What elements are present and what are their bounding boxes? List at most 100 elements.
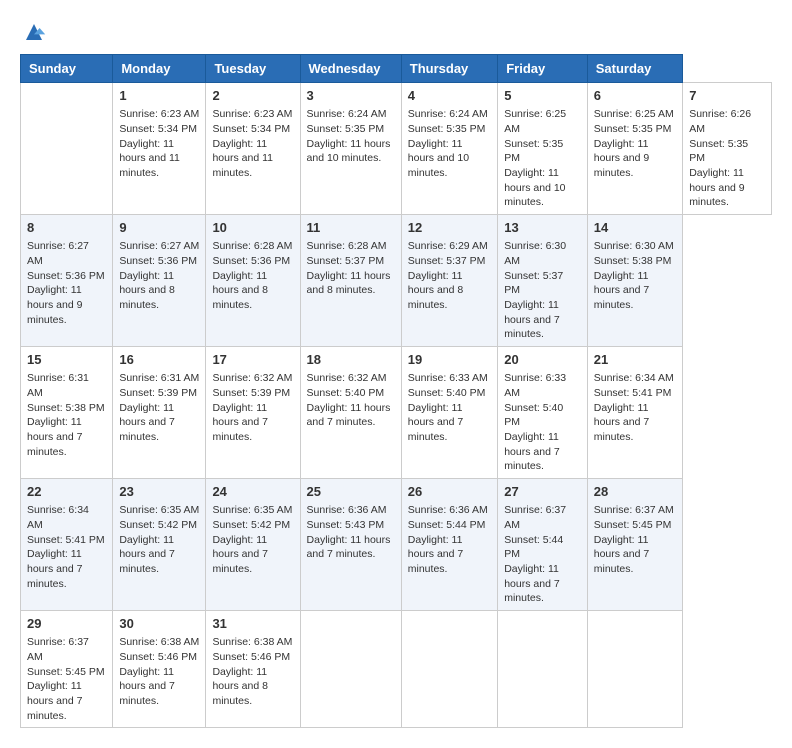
sunrise-text: Sunrise: 6:30 AM — [594, 240, 674, 252]
daylight-text: Daylight: 11 hours and 10 minutes. — [504, 167, 565, 208]
calendar-cell: 30 Sunrise: 6:38 AM Sunset: 5:46 PM Dayl… — [113, 611, 206, 728]
daylight-text: Daylight: 11 hours and 7 minutes. — [307, 402, 391, 429]
day-number: 11 — [307, 219, 395, 237]
calendar-cell: 23 Sunrise: 6:35 AM Sunset: 5:42 PM Dayl… — [113, 479, 206, 611]
sunrise-text: Sunrise: 6:32 AM — [307, 372, 387, 384]
sunrise-text: Sunrise: 6:31 AM — [119, 372, 199, 384]
calendar-cell: 4 Sunrise: 6:24 AM Sunset: 5:35 PM Dayli… — [401, 83, 497, 215]
sunrise-text: Sunrise: 6:38 AM — [119, 636, 199, 648]
daylight-text: Daylight: 11 hours and 7 minutes. — [594, 402, 649, 443]
day-number: 14 — [594, 219, 676, 237]
daylight-text: Daylight: 11 hours and 7 minutes. — [408, 534, 463, 575]
calendar-cell: 9 Sunrise: 6:27 AM Sunset: 5:36 PM Dayli… — [113, 215, 206, 347]
daylight-text: Daylight: 11 hours and 7 minutes. — [119, 402, 174, 443]
calendar-cell: 14 Sunrise: 6:30 AM Sunset: 5:38 PM Dayl… — [587, 215, 682, 347]
sunrise-text: Sunrise: 6:36 AM — [307, 504, 387, 516]
sunset-text: Sunset: 5:36 PM — [27, 270, 105, 282]
weekday-friday: Friday — [498, 55, 588, 83]
sunrise-text: Sunrise: 6:36 AM — [408, 504, 488, 516]
weekday-wednesday: Wednesday — [300, 55, 401, 83]
calendar-cell: 15 Sunrise: 6:31 AM Sunset: 5:38 PM Dayl… — [21, 347, 113, 479]
calendar-cell: 21 Sunrise: 6:34 AM Sunset: 5:41 PM Dayl… — [587, 347, 682, 479]
sunset-text: Sunset: 5:35 PM — [594, 123, 672, 135]
day-number: 8 — [27, 219, 106, 237]
day-number: 31 — [212, 615, 293, 633]
daylight-text: Daylight: 11 hours and 9 minutes. — [27, 284, 82, 325]
logo — [20, 20, 46, 44]
week-row-1: 8 Sunrise: 6:27 AM Sunset: 5:36 PM Dayli… — [21, 215, 772, 347]
sunset-text: Sunset: 5:44 PM — [408, 519, 486, 531]
calendar-cell: 29 Sunrise: 6:37 AM Sunset: 5:45 PM Dayl… — [21, 611, 113, 728]
daylight-text: Daylight: 11 hours and 8 minutes. — [119, 270, 174, 311]
sunset-text: Sunset: 5:42 PM — [212, 519, 290, 531]
day-number: 17 — [212, 351, 293, 369]
sunrise-text: Sunrise: 6:23 AM — [212, 108, 292, 120]
sunrise-text: Sunrise: 6:34 AM — [27, 504, 89, 531]
daylight-text: Daylight: 11 hours and 7 minutes. — [27, 680, 82, 721]
sunset-text: Sunset: 5:41 PM — [27, 534, 105, 546]
daylight-text: Daylight: 11 hours and 10 minutes. — [307, 138, 391, 165]
day-number: 25 — [307, 483, 395, 501]
calendar-cell: 13 Sunrise: 6:30 AM Sunset: 5:37 PM Dayl… — [498, 215, 588, 347]
sunset-text: Sunset: 5:46 PM — [119, 651, 197, 663]
daylight-text: Daylight: 11 hours and 8 minutes. — [212, 666, 267, 707]
day-number: 1 — [119, 87, 199, 105]
sunset-text: Sunset: 5:36 PM — [212, 255, 290, 267]
calendar-cell: 26 Sunrise: 6:36 AM Sunset: 5:44 PM Dayl… — [401, 479, 497, 611]
sunset-text: Sunset: 5:40 PM — [307, 387, 385, 399]
sunrise-text: Sunrise: 6:37 AM — [504, 504, 566, 531]
sunrise-text: Sunrise: 6:23 AM — [119, 108, 199, 120]
day-number: 20 — [504, 351, 581, 369]
day-number: 29 — [27, 615, 106, 633]
sunrise-text: Sunrise: 6:35 AM — [119, 504, 199, 516]
daylight-text: Daylight: 11 hours and 7 minutes. — [408, 402, 463, 443]
sunrise-text: Sunrise: 6:37 AM — [594, 504, 674, 516]
day-number: 12 — [408, 219, 491, 237]
calendar-body: 1 Sunrise: 6:23 AM Sunset: 5:34 PM Dayli… — [21, 83, 772, 728]
calendar-cell: 25 Sunrise: 6:36 AM Sunset: 5:43 PM Dayl… — [300, 479, 401, 611]
daylight-text: Daylight: 11 hours and 7 minutes. — [594, 270, 649, 311]
daylight-text: Daylight: 11 hours and 7 minutes. — [212, 534, 267, 575]
calendar-cell: 18 Sunrise: 6:32 AM Sunset: 5:40 PM Dayl… — [300, 347, 401, 479]
sunrise-text: Sunrise: 6:28 AM — [307, 240, 387, 252]
day-number: 2 — [212, 87, 293, 105]
sunset-text: Sunset: 5:39 PM — [212, 387, 290, 399]
sunrise-text: Sunrise: 6:34 AM — [594, 372, 674, 384]
sunrise-text: Sunrise: 6:33 AM — [504, 372, 566, 399]
calendar-cell — [300, 611, 401, 728]
day-number: 27 — [504, 483, 581, 501]
page-header — [20, 20, 772, 44]
day-number: 9 — [119, 219, 199, 237]
day-number: 21 — [594, 351, 676, 369]
day-number: 3 — [307, 87, 395, 105]
empty-cell — [21, 83, 113, 215]
sunset-text: Sunset: 5:38 PM — [594, 255, 672, 267]
day-number: 4 — [408, 87, 491, 105]
sunset-text: Sunset: 5:41 PM — [594, 387, 672, 399]
day-number: 6 — [594, 87, 676, 105]
sunset-text: Sunset: 5:37 PM — [307, 255, 385, 267]
sunrise-text: Sunrise: 6:31 AM — [27, 372, 89, 399]
sunset-text: Sunset: 5:44 PM — [504, 534, 563, 561]
calendar-cell: 11 Sunrise: 6:28 AM Sunset: 5:37 PM Dayl… — [300, 215, 401, 347]
day-number: 5 — [504, 87, 581, 105]
day-number: 23 — [119, 483, 199, 501]
day-number: 18 — [307, 351, 395, 369]
sunrise-text: Sunrise: 6:38 AM — [212, 636, 292, 648]
calendar-cell: 5 Sunrise: 6:25 AM Sunset: 5:35 PM Dayli… — [498, 83, 588, 215]
day-number: 28 — [594, 483, 676, 501]
weekday-tuesday: Tuesday — [206, 55, 300, 83]
sunrise-text: Sunrise: 6:33 AM — [408, 372, 488, 384]
sunset-text: Sunset: 5:42 PM — [119, 519, 197, 531]
daylight-text: Daylight: 11 hours and 7 minutes. — [504, 431, 559, 472]
sunrise-text: Sunrise: 6:32 AM — [212, 372, 292, 384]
calendar-cell: 31 Sunrise: 6:38 AM Sunset: 5:46 PM Dayl… — [206, 611, 300, 728]
sunset-text: Sunset: 5:38 PM — [27, 402, 105, 414]
daylight-text: Daylight: 11 hours and 9 minutes. — [594, 138, 649, 179]
sunrise-text: Sunrise: 6:30 AM — [504, 240, 566, 267]
calendar-cell: 3 Sunrise: 6:24 AM Sunset: 5:35 PM Dayli… — [300, 83, 401, 215]
calendar-cell — [498, 611, 588, 728]
sunset-text: Sunset: 5:34 PM — [119, 123, 197, 135]
day-number: 7 — [689, 87, 765, 105]
daylight-text: Daylight: 11 hours and 8 minutes. — [212, 270, 267, 311]
